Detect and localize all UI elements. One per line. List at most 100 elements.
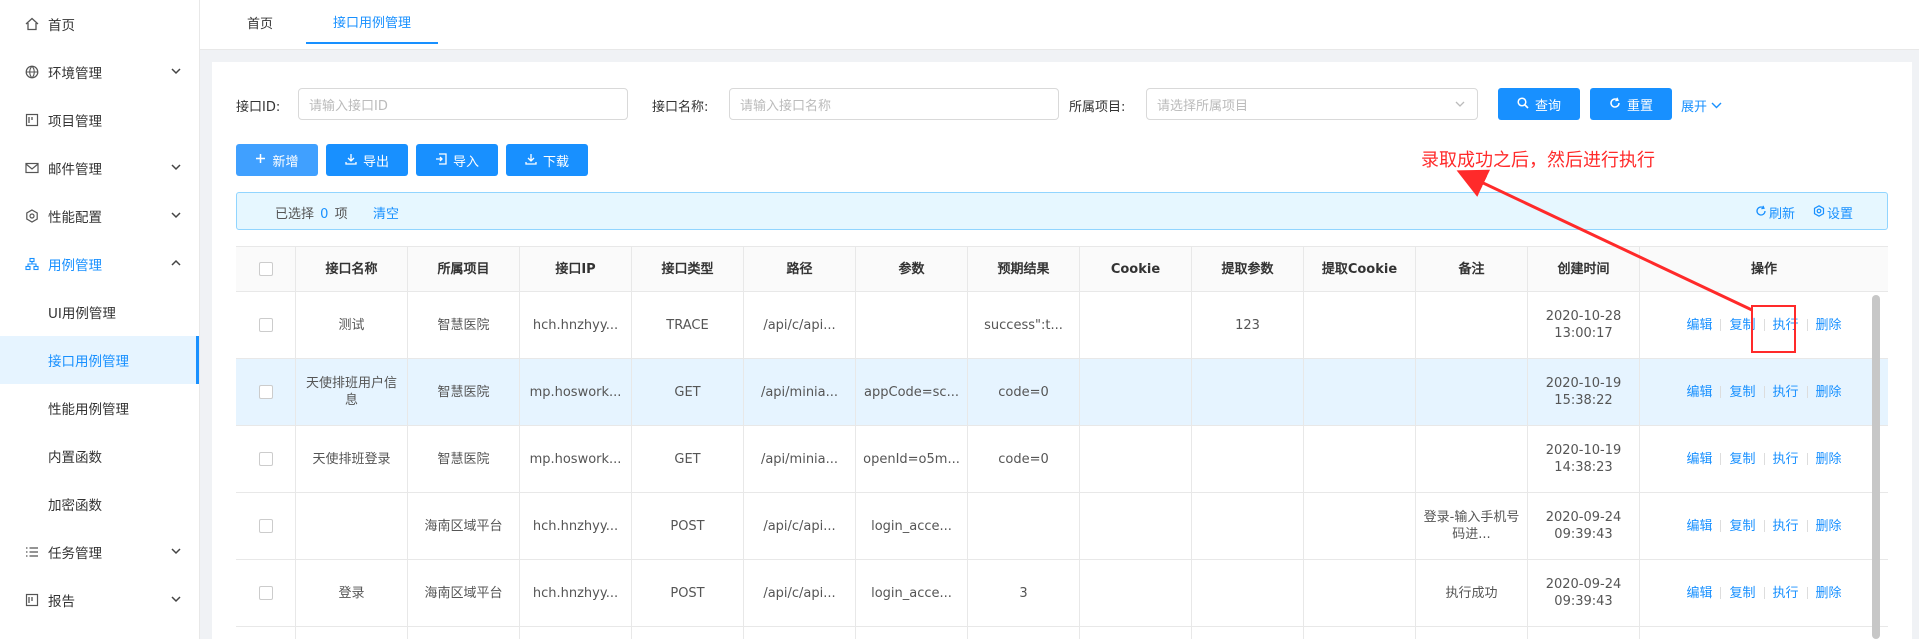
download-button[interactable]: 下载 (506, 144, 588, 176)
gear-icon (1813, 204, 1825, 221)
sidebar-item-label: 首页 (48, 18, 75, 34)
row-checkbox[interactable] (258, 519, 273, 533)
sidebar-item-label: 邮件管理 (48, 162, 102, 178)
sidebar-item-home[interactable]: 首页 (0, 0, 199, 48)
edit-link[interactable]: 编辑 (1678, 451, 1720, 468)
chevron-down-icon (1455, 98, 1465, 111)
import-icon (435, 152, 447, 168)
cell-expected: 3 (968, 560, 1080, 626)
cell-expected (968, 493, 1080, 559)
sidebar-item-label: 内置函数 (48, 450, 102, 466)
sidebar-item-perf-case[interactable]: 性能用例管理 (0, 384, 199, 432)
edit-link[interactable]: 编辑 (1678, 585, 1720, 602)
chevron-down-icon (171, 593, 181, 606)
run-link[interactable]: 执行 (1765, 518, 1807, 535)
cell-remark (1416, 359, 1528, 425)
header-cell: 提取Cookie (1304, 247, 1416, 291)
cell-cookie (1080, 493, 1192, 559)
reset-button[interactable]: 重置 (1590, 88, 1672, 120)
cell-type: GET (632, 426, 744, 492)
name-filter-label: 接口名称: (652, 100, 709, 115)
cell-created: 2020-09-24 09:39:43 (1528, 560, 1640, 626)
cell-expected: code=0 (968, 359, 1080, 425)
refresh-link[interactable]: 刷新 (1755, 203, 1795, 222)
tab-api-case[interactable]: 接口用例管理 (306, 0, 438, 44)
sidebar-item-env[interactable]: 环境管理 (0, 48, 199, 96)
row-checkbox[interactable] (258, 385, 273, 399)
sidebar-item-label: 任务管理 (48, 546, 102, 562)
main-panel: 接口ID: 请输入接口ID 接口名称: 请输入接口名称 所属项目: 请选择所属项… (212, 62, 1912, 639)
sidebar-item-task[interactable]: 任务管理 (0, 528, 199, 576)
project-select[interactable]: 请选择所属项目 (1146, 88, 1478, 120)
delete-link[interactable]: 删除 (1808, 384, 1850, 401)
row-checkbox[interactable] (258, 586, 273, 600)
delete-link[interactable]: 删除 (1808, 317, 1850, 334)
sidebar-item-perf-config[interactable]: 性能配置 (0, 192, 199, 240)
edit-link[interactable]: 编辑 (1678, 518, 1720, 535)
table-row: 天使排班用户信息 智慧医院 mp.hoswork... GET /api/min… (236, 359, 1888, 426)
sidebar-item-report[interactable]: 报告 (0, 576, 199, 624)
cell-type: GET (632, 359, 744, 425)
cell-name: 测试 (296, 292, 408, 358)
row-checkbox[interactable] (258, 452, 273, 466)
copy-link[interactable]: 复制 (1721, 451, 1763, 468)
edit-link[interactable]: 编辑 (1678, 384, 1720, 401)
cell-path: /api/c/api... (744, 292, 856, 358)
chevron-down-icon (1711, 98, 1722, 113)
sidebar-item-encrypt-func[interactable]: 加密函数 (0, 480, 199, 528)
add-button[interactable]: 新增 (236, 144, 318, 176)
list-icon (24, 544, 40, 560)
mail-icon (24, 160, 40, 176)
copy-link[interactable]: 复制 (1721, 585, 1763, 602)
cell-cookie (1080, 359, 1192, 425)
cell-path: /api/minia... (744, 359, 856, 425)
cell-params (856, 292, 968, 358)
table-row (236, 627, 1888, 639)
sidebar-item-project[interactable]: 项目管理 (0, 96, 199, 144)
sidebar-item-label: 报告 (48, 594, 75, 610)
row-checkbox[interactable] (258, 318, 273, 332)
select-all-checkbox[interactable] (258, 262, 273, 276)
settings-link[interactable]: 设置 (1813, 203, 1853, 222)
table-scrollbar[interactable] (1872, 295, 1880, 639)
export-button[interactable]: 导出 (326, 144, 408, 176)
plus-icon (255, 153, 266, 167)
header-cell: 创建时间 (1528, 247, 1640, 291)
report-icon (24, 592, 40, 608)
delete-link[interactable]: 删除 (1808, 518, 1850, 535)
download-icon (345, 153, 357, 168)
copy-link[interactable]: 复制 (1721, 384, 1763, 401)
refresh-icon (1755, 205, 1767, 221)
copy-link[interactable]: 复制 (1721, 518, 1763, 535)
sidebar-item-api-case[interactable]: 接口用例管理 (0, 336, 199, 384)
name-search-input[interactable]: 请输入接口名称 (729, 88, 1059, 120)
run-link[interactable]: 执行 (1765, 451, 1807, 468)
header-cell: 接口类型 (632, 247, 744, 291)
expand-link[interactable]: 展开 (1681, 96, 1722, 115)
header-cell: 路径 (744, 247, 856, 291)
cell-ip: hch.hnzhyy... (520, 292, 632, 358)
id-search-input[interactable]: 请输入接口ID (298, 88, 628, 120)
sidebar-item-label: UI用例管理 (48, 306, 116, 322)
clear-selection-link[interactable]: 清空 (373, 203, 399, 222)
id-filter-label: 接口ID: (236, 100, 281, 115)
query-button[interactable]: 查询 (1498, 88, 1580, 120)
import-button[interactable]: 导入 (416, 144, 498, 176)
run-link[interactable]: 执行 (1765, 585, 1807, 602)
tree-icon (24, 256, 40, 272)
sidebar-item-ui-case[interactable]: UI用例管理 (0, 288, 199, 336)
tab-home[interactable]: 首页 (232, 0, 288, 44)
delete-link[interactable]: 删除 (1808, 585, 1850, 602)
sidebar-item-mail[interactable]: 邮件管理 (0, 144, 199, 192)
cell-params: login_acce... (856, 493, 968, 559)
sidebar-item-case[interactable]: 用例管理 (0, 240, 199, 288)
cell-extract (1192, 426, 1304, 492)
cell-remark: 执行成功 (1416, 560, 1528, 626)
run-link[interactable]: 执行 (1765, 384, 1807, 401)
edit-link[interactable]: 编辑 (1678, 317, 1720, 334)
delete-link[interactable]: 删除 (1808, 451, 1850, 468)
sidebar-item-builtin-func[interactable]: 内置函数 (0, 432, 199, 480)
cell-path: /api/minia... (744, 426, 856, 492)
cell-remark (1416, 426, 1528, 492)
sidebar-item-label: 用例管理 (48, 258, 102, 274)
